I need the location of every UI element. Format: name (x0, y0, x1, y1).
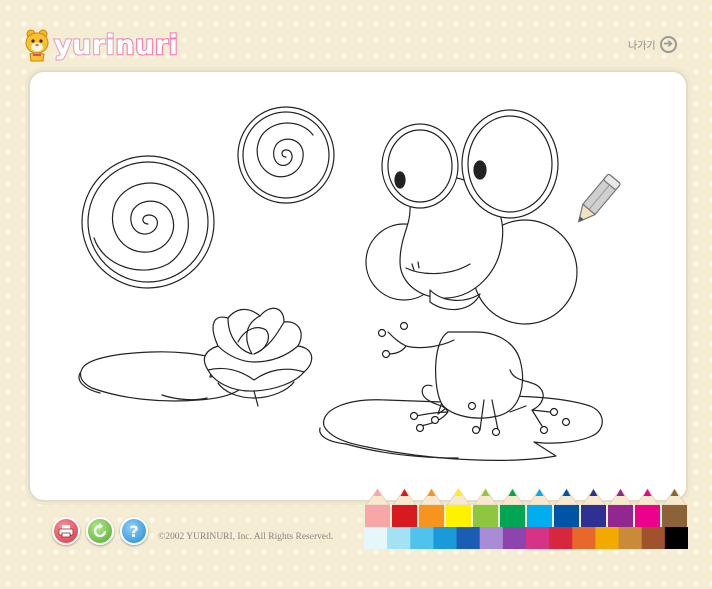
pencil-color-bottom-6[interactable] (479, 527, 504, 549)
pencil-color-bottom-4[interactable] (433, 527, 458, 549)
pencil-color-bottom-5[interactable] (456, 527, 481, 549)
pencil-color-bottom-12[interactable] (618, 527, 643, 549)
pencil-color-top-12[interactable] (662, 488, 687, 527)
yurinuri-logo: yurinuri (22, 28, 179, 62)
pencil-color-top-11[interactable] (635, 488, 660, 527)
large-spiral-circle[interactable] (81, 155, 215, 289)
toolbar: ? (52, 517, 148, 545)
help-icon: ? (129, 521, 139, 541)
coloring-picture[interactable] (30, 72, 686, 500)
coloring-canvas[interactable] (28, 70, 688, 502)
tiger-mascot-icon (25, 29, 49, 62)
small-spiral-circle[interactable] (237, 106, 335, 204)
frog[interactable] (365, 109, 578, 437)
pencil-color-bottom-10[interactable] (572, 527, 596, 549)
pencil-color-top-2[interactable] (392, 488, 417, 527)
refresh-icon (93, 523, 107, 538)
pencil-color-bottom-7[interactable] (502, 527, 527, 549)
pencil-color-bottom-1[interactable] (364, 527, 388, 549)
pencil-color-top-9[interactable] (581, 488, 606, 527)
pencil-color-bottom-9[interactable] (549, 527, 573, 549)
reset-button[interactable] (86, 517, 114, 545)
pencil-color-bottom-13[interactable] (641, 527, 666, 549)
brand-wordmark-part1: yuri (53, 29, 116, 61)
exit-label: 나가기 (628, 41, 656, 52)
pencil-color-bottom-11[interactable] (595, 527, 620, 549)
color-palette (364, 488, 688, 549)
pencil-color-top-8[interactable] (554, 488, 579, 527)
pencil-color-top-6[interactable] (500, 488, 525, 527)
pencil-color-bottom-3[interactable] (410, 527, 434, 549)
print-button[interactable] (52, 517, 80, 545)
pencil-color-top-3[interactable] (419, 488, 444, 527)
pencil-color-top-1[interactable] (365, 488, 390, 527)
printer-icon (58, 525, 74, 538)
copyright-text: ©2002 YURINURI, Inc. All Rights Reserved… (158, 532, 334, 542)
pencil-color-bottom-8[interactable] (526, 527, 550, 549)
exit-button[interactable]: 나가기 ➔ (628, 36, 677, 53)
pencil-color-bottom-2[interactable] (387, 527, 411, 549)
pencil-icon (577, 173, 621, 223)
pencil-color-top-4[interactable] (446, 488, 471, 527)
help-button[interactable]: ? (120, 517, 148, 545)
pencil-color-bottom-14[interactable] (664, 527, 688, 549)
arrow-right-circle-icon: ➔ (659, 36, 677, 53)
pencil-color-top-5[interactable] (473, 488, 498, 527)
brand-wordmark: yurinuri (53, 29, 179, 61)
pencil-color-top-7[interactable] (527, 488, 552, 527)
brand-wordmark-part2: nuri (114, 29, 179, 61)
pencil-color-top-10[interactable] (608, 488, 633, 527)
